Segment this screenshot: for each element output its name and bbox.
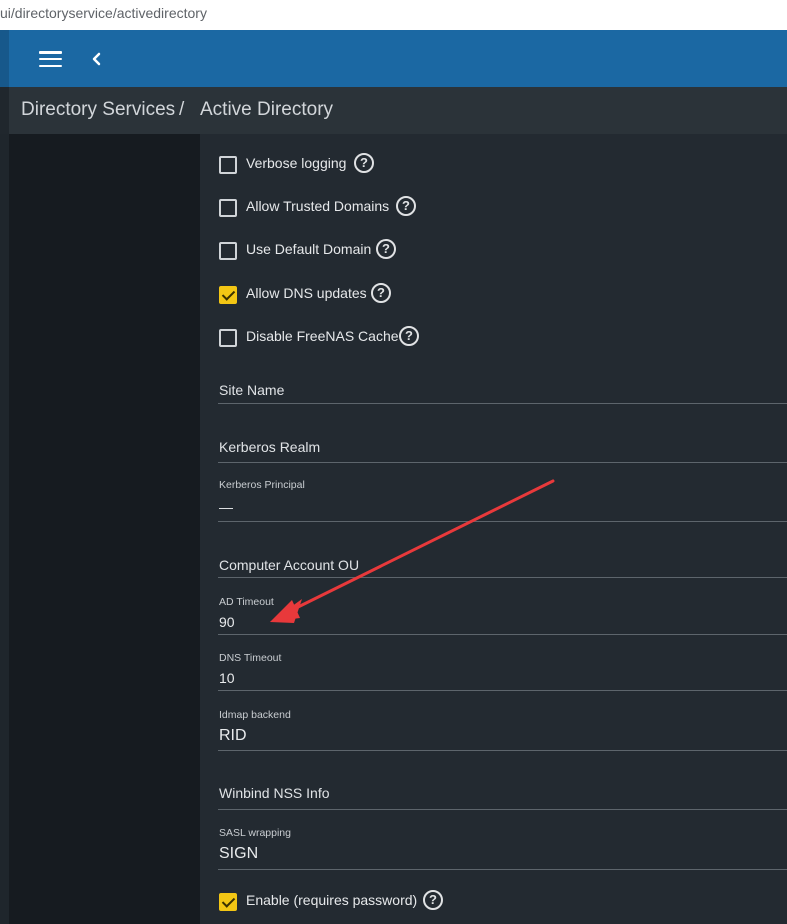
breadcrumb-separator: /	[179, 99, 185, 120]
chevron-left-icon[interactable]	[90, 48, 104, 70]
sasl-wrapping-select[interactable]: SASL wrapping SIGN	[218, 826, 787, 870]
help-circle-icon[interactable]: ?	[371, 283, 391, 303]
help-circle-icon[interactable]: ?	[423, 890, 443, 910]
checkbox-label: Use Default Domain	[246, 241, 372, 257]
dns-timeout-label: DNS Timeout	[219, 652, 282, 664]
checkbox-label: Disable FreeNAS Cache	[246, 328, 399, 344]
sidebar	[0, 134, 200, 924]
site-name-field[interactable]: Site Name	[218, 372, 787, 404]
kerberos-realm-placeholder: Kerberos Realm	[219, 439, 321, 455]
field-underline	[218, 521, 787, 522]
breadcrumb-parent[interactable]: Directory Services	[21, 99, 175, 121]
ad-timeout-value: 90	[219, 614, 235, 630]
breadcrumb-current: Active Directory	[200, 99, 334, 120]
field-underline	[218, 690, 787, 691]
idmap-backend-select[interactable]: Idmap backend RID	[218, 708, 787, 751]
idmap-backend-label: Idmap backend	[219, 709, 291, 721]
checkbox-unchecked[interactable]	[219, 156, 237, 174]
checkbox-label: Verbose logging	[246, 155, 347, 171]
field-underline	[218, 577, 787, 578]
field-underline	[218, 403, 787, 404]
computer-account-ou-field[interactable]: Computer Account OU	[218, 546, 787, 578]
winbind-nss-info-select[interactable]: Winbind NSS Info	[218, 775, 787, 810]
field-underline	[218, 462, 787, 463]
checkbox-unchecked[interactable]	[219, 242, 237, 260]
breadcrumb-edge	[0, 87, 9, 134]
checkbox-label: Allow Trusted Domains	[246, 198, 390, 214]
checkbox-unchecked[interactable]	[219, 199, 237, 217]
address-bar-url: ui/directoryservice/activedirectory	[0, 5, 207, 21]
toolbar-edge	[0, 30, 9, 87]
checkbox-checked[interactable]	[219, 893, 237, 911]
kerberos-principal-select[interactable]: Kerberos Principal —	[218, 478, 787, 522]
field-underline	[218, 750, 787, 751]
field-underline	[218, 634, 787, 635]
sasl-wrapping-value: SIGN	[219, 845, 259, 862]
dns-timeout-field[interactable]: DNS Timeout 10	[218, 651, 787, 691]
dns-timeout-value: 10	[219, 670, 235, 686]
help-circle-icon[interactable]: ?	[376, 239, 396, 259]
field-underline	[218, 809, 787, 810]
checkbox-checked[interactable]	[219, 286, 237, 304]
idmap-backend-value: RID	[219, 727, 247, 744]
help-circle-icon[interactable]: ?	[396, 196, 416, 216]
hamburger-icon[interactable]	[39, 51, 62, 68]
top-toolbar	[0, 30, 787, 87]
help-circle-icon[interactable]: ?	[399, 326, 419, 346]
checkbox-unchecked[interactable]	[219, 329, 237, 347]
kerberos-principal-label: Kerberos Principal	[219, 479, 305, 491]
ad-timeout-field[interactable]: AD Timeout 90	[218, 595, 787, 635]
help-circle-icon[interactable]: ?	[354, 153, 374, 173]
site-name-placeholder: Site Name	[219, 382, 285, 398]
kerberos-realm-field[interactable]: Kerberos Realm	[218, 428, 787, 463]
computer-account-ou-placeholder: Computer Account OU	[219, 557, 360, 573]
sasl-wrapping-label: SASL wrapping	[219, 827, 291, 839]
checkbox-label: Enable (requires password)	[246, 892, 418, 908]
checkbox-label: Allow DNS updates	[246, 285, 367, 301]
winbind-nss-info-placeholder: Winbind NSS Info	[219, 785, 330, 801]
breadcrumb: Directory Services / Active Directory	[0, 87, 787, 134]
kerberos-principal-value: —	[219, 499, 233, 515]
field-underline	[218, 869, 787, 870]
sidebar-edge	[0, 134, 9, 924]
address-bar[interactable]: ui/directoryservice/activedirectory	[0, 0, 787, 30]
ad-timeout-label: AD Timeout	[219, 596, 274, 608]
